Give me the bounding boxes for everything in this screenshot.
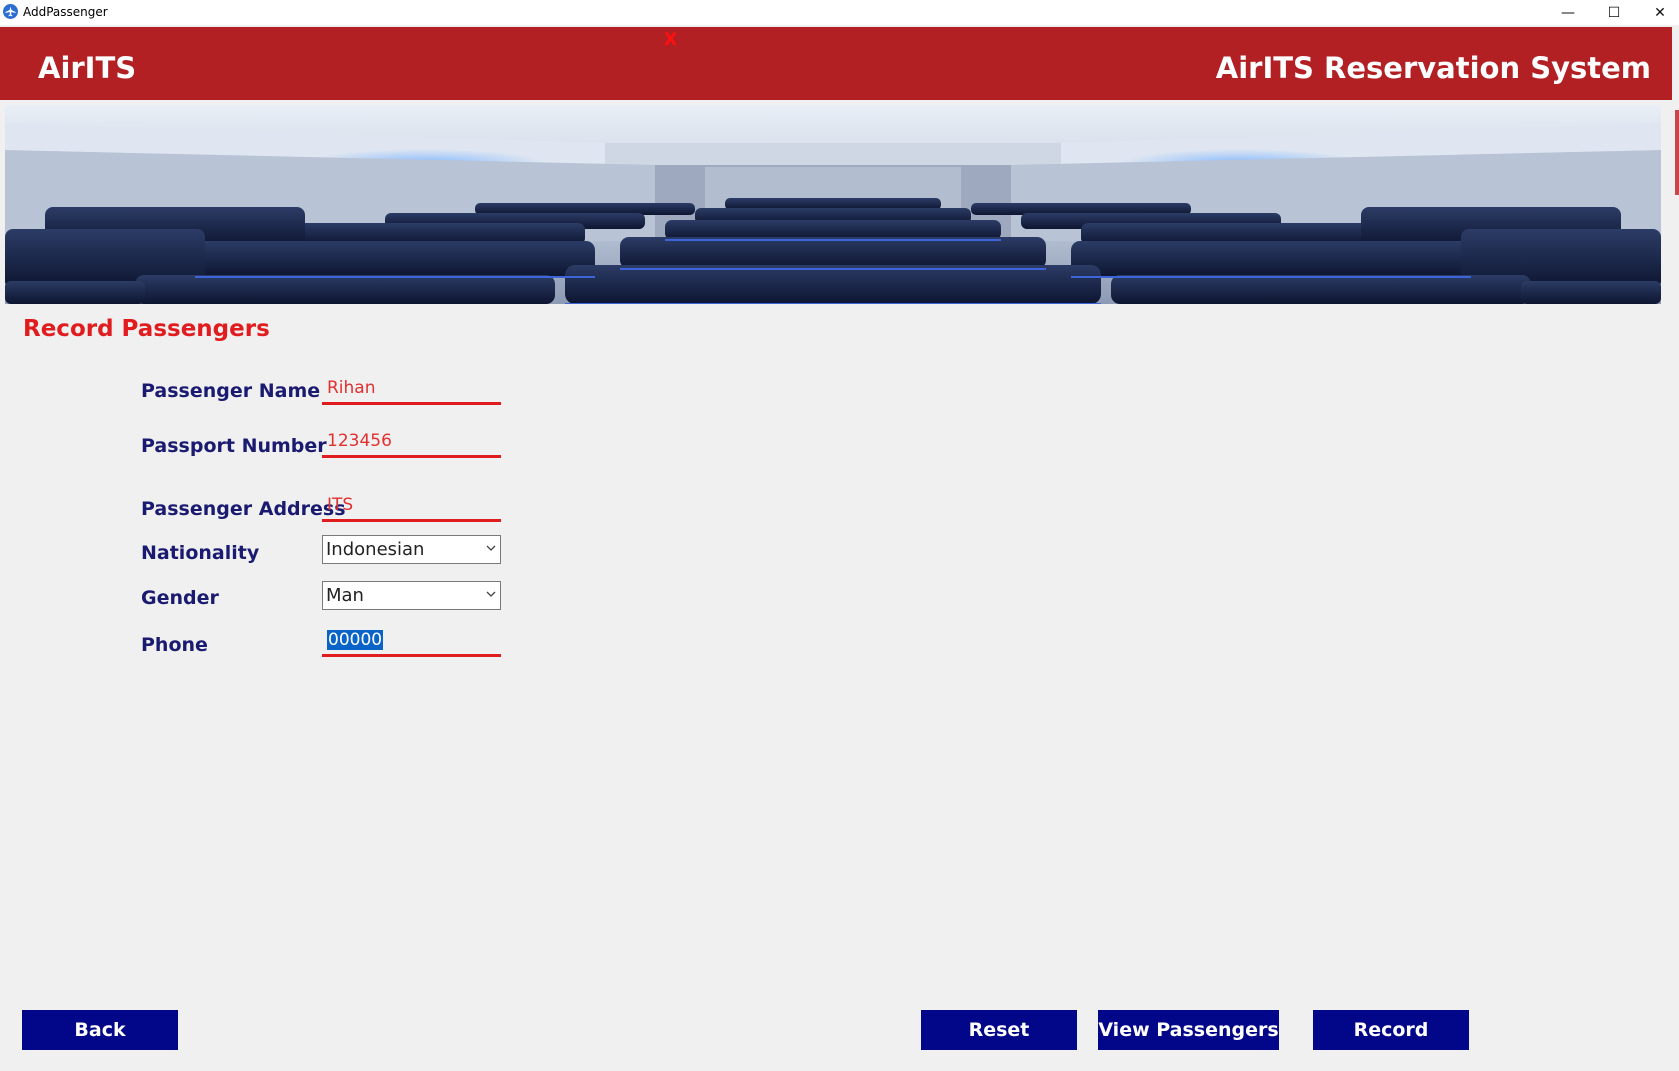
view-passengers-button[interactable]: View Passengers	[1098, 1010, 1279, 1050]
system-title: AirITS Reservation System	[1215, 51, 1651, 85]
maximize-button[interactable]: ☐	[1591, 0, 1637, 25]
chevron-down-icon	[486, 545, 496, 551]
window-titlebar: AddPassenger — ☐ ✕	[0, 0, 1679, 25]
airplane-app-icon	[3, 4, 18, 19]
gender-dropdown[interactable]: Man	[322, 581, 501, 610]
header-close-mark[interactable]: X	[664, 30, 677, 50]
record-button[interactable]: Record	[1313, 1010, 1469, 1050]
maximize-icon: ☐	[1607, 4, 1621, 21]
window-close-button[interactable]: ✕	[1637, 0, 1679, 25]
phone-value: 00000	[327, 630, 384, 650]
passport-number-value: 123456	[327, 431, 392, 451]
passenger-name-label: Passenger Name	[141, 380, 321, 402]
passenger-name-value: Rihan	[327, 378, 376, 398]
passenger-name-input[interactable]: Rihan	[322, 372, 501, 405]
passport-number-label: Passport Number	[141, 435, 327, 457]
cabin-banner-image	[5, 105, 1661, 304]
passenger-address-label: Passenger Address	[141, 498, 346, 520]
chevron-down-icon	[486, 591, 496, 597]
passenger-address-value: ITS	[327, 495, 354, 515]
app-header: AirITS X AirITS Reservation System	[0, 27, 1672, 100]
minimize-icon: —	[1561, 4, 1575, 21]
window-title: AddPassenger	[23, 5, 108, 19]
scrollbar-thumb[interactable]	[1675, 110, 1679, 195]
passenger-address-input[interactable]: ITS	[322, 489, 501, 522]
nationality-label: Nationality	[141, 542, 260, 564]
phone-label: Phone	[141, 634, 208, 656]
minimize-button[interactable]: —	[1545, 0, 1591, 25]
nationality-value: Indonesian	[326, 539, 425, 560]
back-button[interactable]: Back	[22, 1010, 178, 1050]
passport-number-input[interactable]: 123456	[322, 425, 501, 458]
nationality-dropdown[interactable]: Indonesian	[322, 535, 501, 564]
gender-value: Man	[326, 585, 364, 606]
phone-input[interactable]: 00000	[322, 624, 501, 657]
section-title: Record Passengers	[23, 316, 270, 342]
gender-label: Gender	[141, 587, 219, 609]
brand-logo-text: AirITS	[38, 51, 137, 85]
reset-button[interactable]: Reset	[921, 1010, 1077, 1050]
close-icon: ✕	[1654, 4, 1666, 21]
